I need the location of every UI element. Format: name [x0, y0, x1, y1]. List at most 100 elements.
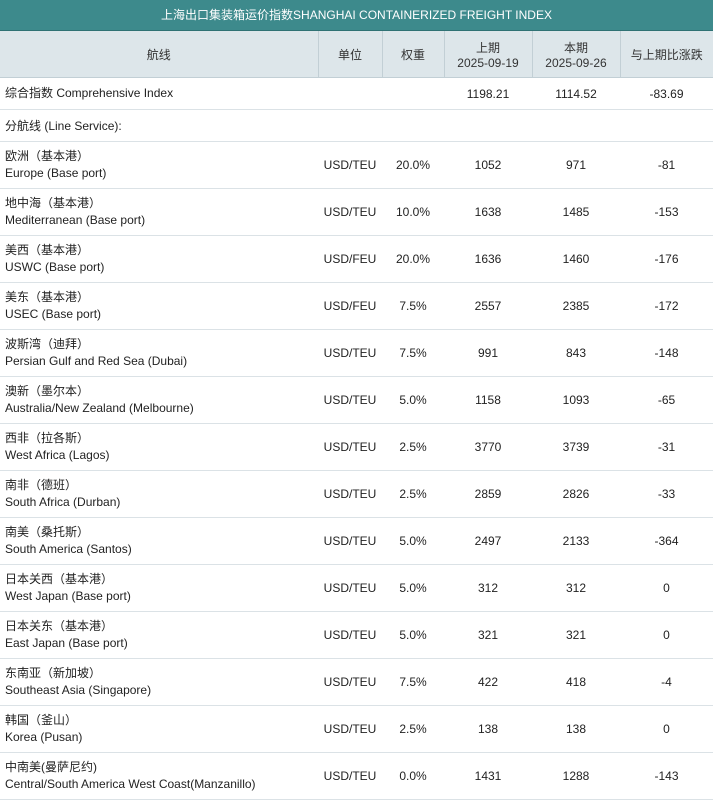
- change-value-cell: -364: [620, 517, 713, 565]
- previous-value-cell: 138: [444, 705, 532, 753]
- header-previous-label: 上期: [475, 40, 500, 55]
- route-name-en: USWC (Base port): [5, 260, 105, 274]
- previous-value-cell: 991: [444, 329, 532, 377]
- route-cell: 日本关东（基本港） East Japan (Base port): [0, 611, 318, 659]
- previous-value-cell: 1636: [444, 235, 532, 283]
- previous-value-cell: 312: [444, 564, 532, 612]
- table-row: 欧洲（基本港） Europe (Base port) USD/TEU 20.0% 105…: [0, 141, 713, 189]
- change-value-cell: -81: [620, 141, 713, 189]
- current-value-cell: 1460: [532, 235, 620, 283]
- route-name-en: Central/South America West Coast(Manzani…: [5, 777, 256, 791]
- weight-cell: 0.0%: [382, 752, 444, 800]
- weight-cell: 5.0%: [382, 517, 444, 565]
- route-name-cn: 南美（桑托斯）: [5, 525, 90, 539]
- route-name-en: Korea (Pusan): [5, 730, 83, 744]
- header-row: 航线 单位 权重 上期 2025-09-19 本期 2025-09-26 与上期…: [0, 31, 713, 78]
- weight-cell: 20.0%: [382, 141, 444, 189]
- current-value-cell: 2826: [532, 470, 620, 518]
- current-value-cell: 1288: [532, 752, 620, 800]
- table-row: 美西（基本港） USWC (Base port) USD/FEU 20.0% 1636 1…: [0, 235, 713, 283]
- route-name-en: Mediterranean (Base port): [5, 213, 146, 227]
- route-name-cn: 日本关西（基本港）: [5, 572, 114, 586]
- table-row: 中南美(曼萨尼约) Central/South America West Coas…: [0, 752, 713, 800]
- route-cell: 美东（基本港） USEC (Base port): [0, 282, 318, 330]
- route-name-cn: 地中海（基本港）: [5, 196, 102, 210]
- current-value-cell: 418: [532, 658, 620, 706]
- route-name-en: East Japan (Base port): [5, 636, 128, 650]
- route-name-en: Australia/New Zealand (Melbourne): [5, 401, 194, 415]
- route-name-cn: 美西（基本港）: [5, 243, 90, 257]
- route-cell: 韩国（釜山） Korea (Pusan): [0, 705, 318, 753]
- route-name-cn: 南非（德班）: [5, 478, 78, 492]
- weight-cell: 10.0%: [382, 188, 444, 236]
- weight-cell: 5.0%: [382, 611, 444, 659]
- change-value-cell: 0: [620, 564, 713, 612]
- change-value-cell: -33: [620, 470, 713, 518]
- freight-index-table: 航线 单位 权重 上期 2025-09-19 本期 2025-09-26 与上期…: [0, 31, 713, 800]
- header-weight: 权重: [382, 31, 445, 78]
- previous-value-cell: 1052: [444, 141, 532, 189]
- route-cell: 地中海（基本港） Mediterranean (Base port): [0, 188, 318, 236]
- route-cell: 南非（德班） South Africa (Durban): [0, 470, 318, 518]
- route-cell: 日本关西（基本港） West Japan (Base port): [0, 564, 318, 612]
- route-cell: 西非（拉各斯） West Africa (Lagos): [0, 423, 318, 471]
- unit-cell: USD/TEU: [318, 470, 382, 518]
- line-service-label: 分航线 (Line Service):: [0, 109, 713, 142]
- unit-cell: USD/TEU: [318, 423, 382, 471]
- route-cell: 东南亚（新加坡） Southeast Asia (Singapore): [0, 658, 318, 706]
- table-row: 韩国（釜山） Korea (Pusan) USD/TEU 2.5% 138 138 0: [0, 705, 713, 753]
- route-cell: 南美（桑托斯） South America (Santos): [0, 517, 318, 565]
- table-row: 澳新（墨尔本） Australia/New Zealand (Melbourne)…: [0, 376, 713, 424]
- composite-index-row: 综合指数 Comprehensive Index 1198.21 1114.52…: [0, 77, 713, 110]
- change-value-cell: -176: [620, 235, 713, 283]
- weight-cell: 2.5%: [382, 705, 444, 753]
- table-row: 东南亚（新加坡） Southeast Asia (Singapore) USD/TE…: [0, 658, 713, 706]
- composite-previous: 1198.21: [444, 77, 532, 110]
- previous-value-cell: 321: [444, 611, 532, 659]
- unit-cell: USD/TEU: [318, 329, 382, 377]
- current-value-cell: 1485: [532, 188, 620, 236]
- unit-cell: USD/FEU: [318, 235, 382, 283]
- unit-cell: USD/TEU: [318, 658, 382, 706]
- header-unit: 单位: [318, 31, 383, 78]
- route-name-cn: 西非（拉各斯）: [5, 431, 90, 445]
- previous-value-cell: 1158: [444, 376, 532, 424]
- previous-value-cell: 2557: [444, 282, 532, 330]
- route-name-en: USEC (Base port): [5, 307, 102, 321]
- route-cell: 波斯湾（迪拜） Persian Gulf and Red Sea (Dubai): [0, 329, 318, 377]
- header-current-date: 2025-09-26: [545, 55, 607, 70]
- unit-cell: USD/TEU: [318, 141, 382, 189]
- current-value-cell: 138: [532, 705, 620, 753]
- weight-cell: 20.0%: [382, 235, 444, 283]
- route-name-en: Persian Gulf and Red Sea (Dubai): [5, 354, 188, 368]
- route-name-en: Southeast Asia (Singapore): [5, 683, 152, 697]
- change-value-cell: -31: [620, 423, 713, 471]
- unit-cell: USD/FEU: [318, 282, 382, 330]
- weight-cell: 2.5%: [382, 470, 444, 518]
- unit-cell: USD/TEU: [318, 705, 382, 753]
- current-value-cell: 321: [532, 611, 620, 659]
- current-value-cell: 3739: [532, 423, 620, 471]
- table-row: 西非（拉各斯） West Africa (Lagos) USD/TEU 2.5% 377…: [0, 423, 713, 471]
- composite-index-label: 综合指数 Comprehensive Index: [0, 77, 318, 110]
- route-name-cn: 东南亚（新加坡）: [5, 666, 102, 680]
- route-name-cn: 韩国（釜山）: [5, 713, 78, 727]
- change-value-cell: 0: [620, 705, 713, 753]
- header-change: 与上期比涨跌: [620, 31, 713, 78]
- weight-cell: 5.0%: [382, 564, 444, 612]
- unit-cell: USD/TEU: [318, 188, 382, 236]
- composite-change: -83.69: [620, 77, 713, 110]
- route-name-cn: 澳新（墨尔本）: [5, 384, 90, 398]
- route-name-en: Europe (Base port): [5, 166, 107, 180]
- route-name-cn: 欧洲（基本港）: [5, 149, 90, 163]
- route-name-cn: 日本关东（基本港）: [5, 619, 114, 633]
- table-row: 日本关东（基本港） East Japan (Base port) USD/TEU 5.…: [0, 611, 713, 659]
- change-value-cell: -153: [620, 188, 713, 236]
- change-value-cell: -4: [620, 658, 713, 706]
- change-value-cell: -143: [620, 752, 713, 800]
- current-value-cell: 2385: [532, 282, 620, 330]
- table-row: 日本关西（基本港） West Japan (Base port) USD/TEU 5.…: [0, 564, 713, 612]
- current-value-cell: 2133: [532, 517, 620, 565]
- route-cell: 中南美(曼萨尼约) Central/South America West Coas…: [0, 752, 318, 800]
- route-cell: 澳新（墨尔本） Australia/New Zealand (Melbourne): [0, 376, 318, 424]
